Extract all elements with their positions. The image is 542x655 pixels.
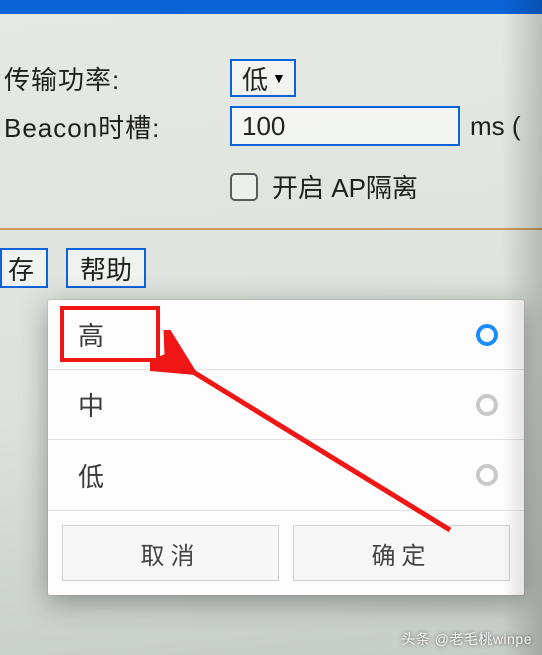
ap-isolation-label: 开启 AP隔离 [272, 168, 418, 205]
picker-option-label: 中 [78, 386, 104, 423]
picker-option-mid[interactable]: 中 [48, 370, 524, 440]
ap-isolation-row: 开启 AP隔离 [230, 168, 542, 205]
help-button[interactable]: 帮助 [66, 248, 146, 288]
picker-option-low[interactable]: 低 [48, 440, 524, 510]
confirm-button[interactable]: 确定 [293, 525, 510, 581]
button-row: 存 帮助 [0, 248, 146, 288]
separator-line [0, 228, 542, 230]
picker-option-label: 高 [78, 316, 104, 353]
settings-panel: 传输功率: 低 ▼ Beacon时槽: ms ( 开启 AP隔离 [0, 14, 542, 205]
cancel-button[interactable]: 取消 [62, 525, 279, 581]
tx-power-label: 传输功率: [0, 60, 230, 97]
tx-power-dropdown[interactable]: 低 ▼ [230, 59, 296, 97]
save-button[interactable]: 存 [0, 248, 48, 288]
picker-option-high[interactable]: 高 [48, 300, 524, 370]
window-titlebar-fragment [0, 0, 542, 14]
watermark: 头条 @老毛桃winpe [401, 629, 532, 649]
picker-options: 高 中 低 [48, 300, 524, 510]
tx-power-row: 传输功率: 低 ▼ [0, 54, 542, 102]
ap-isolation-checkbox[interactable] [230, 173, 258, 201]
radio-unselected-icon [476, 394, 498, 416]
tx-power-picker: 高 中 低 取消 确定 [48, 300, 524, 595]
beacon-unit: ms ( [470, 111, 521, 142]
radio-unselected-icon [476, 464, 498, 486]
picker-actions: 取消 确定 [48, 510, 524, 595]
beacon-input[interactable] [230, 106, 460, 146]
radio-selected-icon [476, 324, 498, 346]
picker-option-label: 低 [78, 457, 104, 494]
beacon-label: Beacon时槽: [0, 108, 230, 145]
dropdown-caret-icon: ▼ [272, 70, 286, 86]
beacon-row: Beacon时槽: ms ( [0, 102, 542, 150]
tx-power-value: 低 [242, 60, 268, 97]
